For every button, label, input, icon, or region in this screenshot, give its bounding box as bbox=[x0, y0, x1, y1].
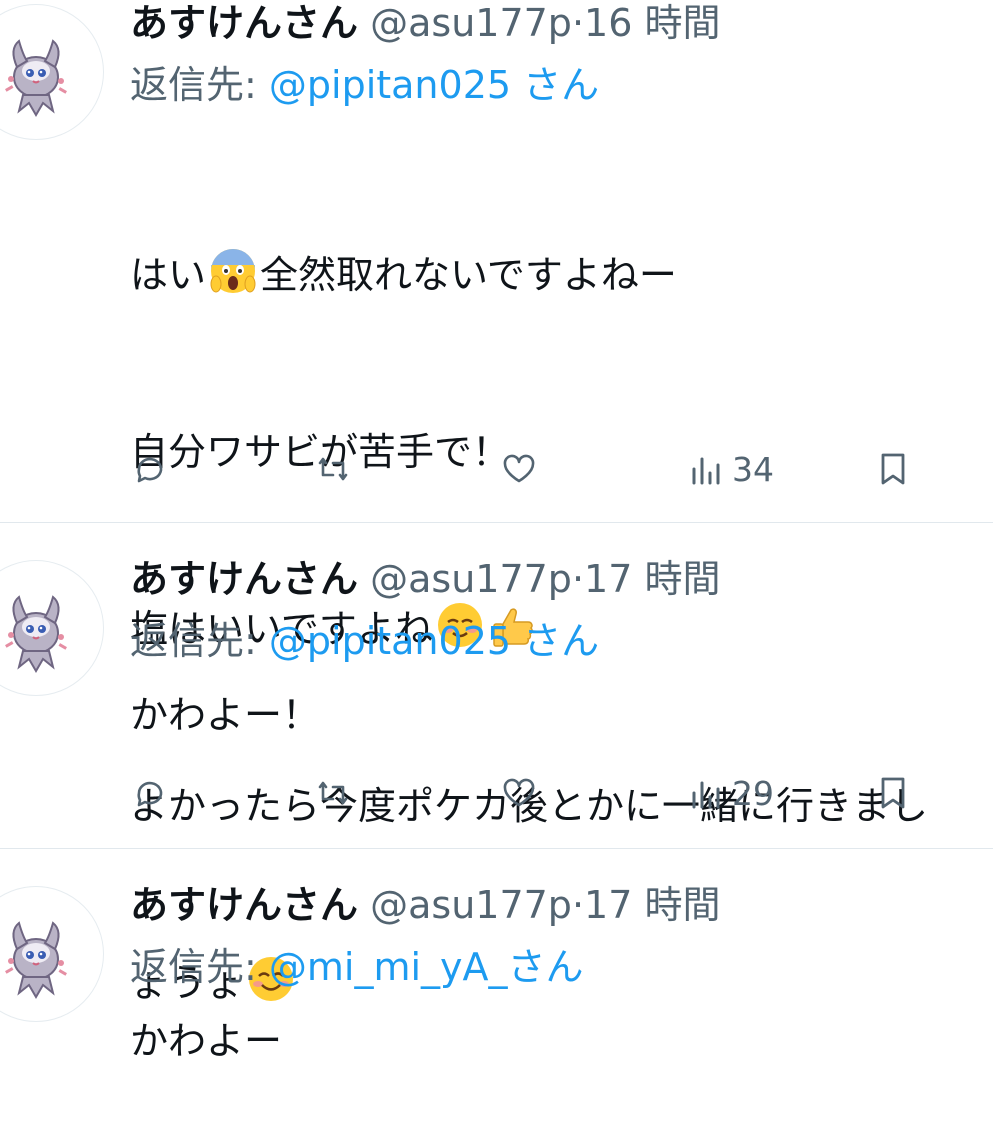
reply-to: 返信先: @pipitan025 さん bbox=[130, 62, 599, 108]
reply-prefix: 返信先: bbox=[130, 619, 269, 663]
reply-button[interactable] bbox=[130, 450, 168, 488]
scream-emoji-icon bbox=[210, 249, 256, 293]
avatar[interactable] bbox=[0, 560, 104, 696]
reply-to: 返信先: @pipitan025 さん bbox=[130, 618, 599, 664]
reply-to: 返信先: @mi_mi_yA_さん bbox=[130, 944, 584, 990]
divider bbox=[0, 522, 993, 523]
tweet-header: あすけんさん @asu177p·16 時間 bbox=[130, 0, 720, 46]
reply-prefix: 返信先: bbox=[130, 63, 269, 107]
like-button[interactable] bbox=[500, 774, 538, 812]
views-count: 29 bbox=[732, 774, 774, 813]
reply-suffix: さん bbox=[511, 619, 600, 663]
avatar[interactable] bbox=[0, 886, 104, 1022]
tweet-header: あすけんさん @asu177p·17 時間 bbox=[130, 882, 720, 928]
avatar[interactable] bbox=[0, 4, 104, 140]
avatar-mascot-icon bbox=[4, 922, 68, 998]
text-line: はい 全然取れないですよねー bbox=[130, 246, 993, 305]
timestamp[interactable]: 17 時間 bbox=[584, 557, 720, 601]
tweet-header: あすけんさん @asu177p·17 時間 bbox=[130, 556, 720, 602]
reply-icon bbox=[137, 457, 163, 483]
avatar-mascot-icon bbox=[4, 596, 68, 672]
views-icon bbox=[692, 457, 720, 484]
like-icon bbox=[503, 454, 535, 483]
tweet-text: かわよー bbox=[130, 1019, 283, 1063]
bookmark-icon bbox=[881, 453, 905, 485]
display-name[interactable]: あすけんさん bbox=[130, 557, 358, 601]
separator-dot: · bbox=[571, 883, 585, 927]
views-button[interactable]: 34 bbox=[688, 450, 774, 489]
user-handle[interactable]: @asu177p bbox=[370, 557, 572, 601]
views-count: 34 bbox=[732, 450, 774, 489]
display-name[interactable]: あすけんさん bbox=[130, 883, 358, 927]
reply-button[interactable] bbox=[130, 774, 168, 812]
display-name[interactable]: あすけんさん bbox=[130, 1, 358, 45]
avatar-mascot-icon bbox=[4, 40, 68, 116]
reply-mention-link[interactable]: @pipitan025 bbox=[269, 619, 511, 663]
bookmark-button[interactable] bbox=[874, 450, 912, 488]
user-handle[interactable]: @asu177p bbox=[370, 1, 572, 45]
reply-suffix: さん bbox=[507, 945, 584, 989]
bookmark-icon bbox=[881, 777, 905, 809]
action-bar: 34 bbox=[0, 450, 993, 494]
retweet-icon bbox=[318, 781, 348, 805]
timestamp[interactable]: 17 時間 bbox=[584, 883, 720, 927]
retweet-button[interactable] bbox=[314, 450, 352, 488]
tweet-text: かわよー！ bbox=[130, 693, 321, 737]
action-bar: 29 bbox=[0, 774, 993, 818]
retweet-icon bbox=[318, 457, 348, 481]
like-button[interactable] bbox=[500, 450, 538, 488]
timestamp[interactable]: 16 時間 bbox=[584, 1, 720, 45]
reply-mention-link[interactable]: @pipitan025 bbox=[269, 63, 511, 107]
bookmark-button[interactable] bbox=[874, 774, 912, 812]
reply-mention-link[interactable]: @mi_mi_yA_ bbox=[269, 945, 508, 989]
views-icon bbox=[692, 781, 720, 808]
divider bbox=[0, 848, 993, 849]
views-button[interactable]: 29 bbox=[688, 774, 774, 813]
like-icon bbox=[503, 778, 535, 807]
retweet-button[interactable] bbox=[314, 774, 352, 812]
separator-dot: · bbox=[571, 1, 585, 45]
reply-suffix: さん bbox=[511, 63, 600, 107]
reply-icon bbox=[137, 781, 163, 807]
separator-dot: · bbox=[571, 557, 585, 601]
reply-prefix: 返信先: bbox=[130, 945, 269, 989]
user-handle[interactable]: @asu177p bbox=[370, 883, 572, 927]
